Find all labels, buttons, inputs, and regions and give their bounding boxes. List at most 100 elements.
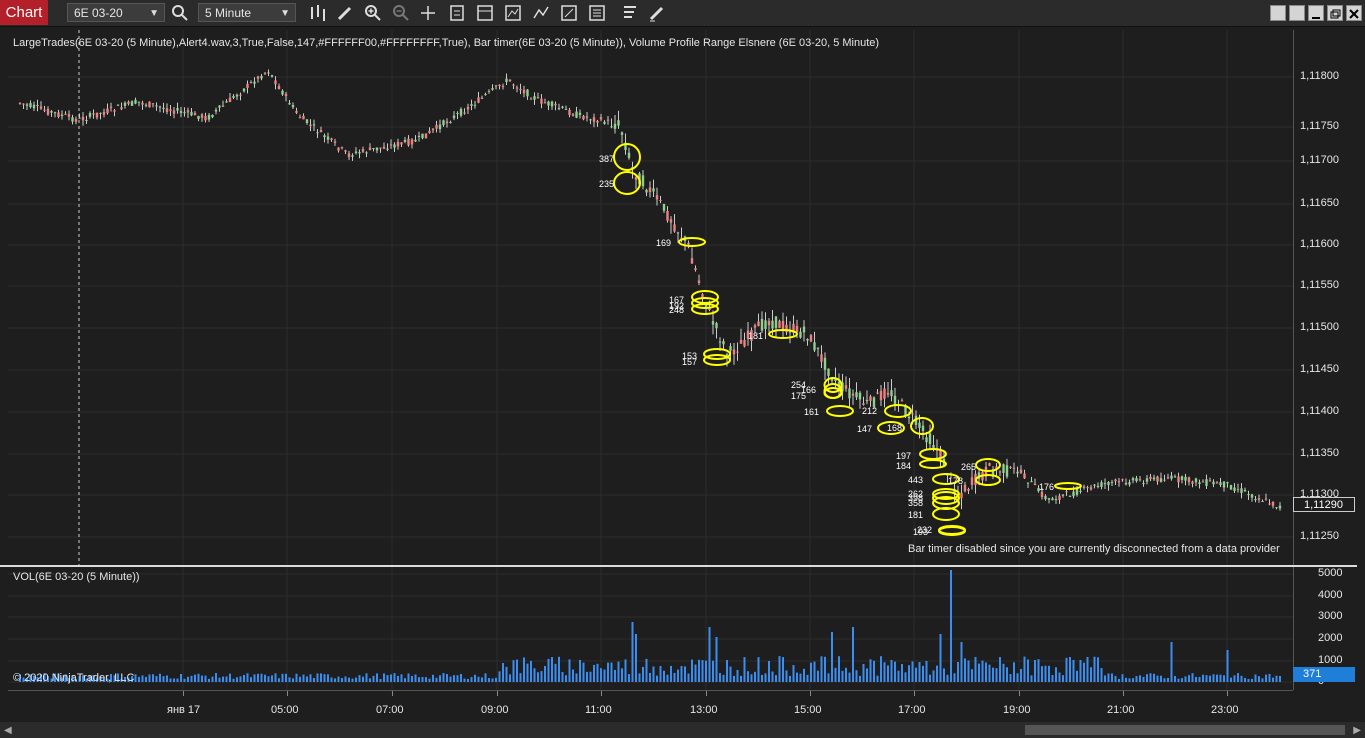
pencil-icon[interactable] bbox=[335, 3, 355, 23]
scroll-right-icon[interactable]: ▶ bbox=[1353, 725, 1361, 736]
volume-bar bbox=[1202, 674, 1204, 682]
volume-bar bbox=[547, 658, 550, 682]
instrument-selector[interactable]: 6E 03-20 ▼ bbox=[67, 3, 165, 22]
candle-body bbox=[32, 104, 36, 109]
volume-bar bbox=[491, 678, 494, 682]
draw-tool-icon[interactable] bbox=[647, 3, 667, 23]
candle-body bbox=[1145, 478, 1149, 482]
restore-button[interactable] bbox=[1327, 5, 1343, 21]
volume-bar bbox=[932, 670, 935, 682]
crosshair-icon[interactable] bbox=[418, 3, 438, 23]
candle-body bbox=[288, 103, 291, 105]
volume-bar bbox=[1212, 674, 1215, 682]
volume-bar bbox=[848, 672, 851, 682]
indicators-icon[interactable] bbox=[503, 3, 523, 23]
volume-bar bbox=[432, 674, 434, 682]
volume-bar bbox=[246, 673, 249, 682]
bar-type-icon[interactable] bbox=[308, 3, 328, 23]
candle-body bbox=[1138, 479, 1142, 481]
link-button[interactable] bbox=[1270, 5, 1286, 21]
candle-body bbox=[1184, 476, 1187, 481]
volume-bar bbox=[866, 668, 868, 682]
volume-bar bbox=[1279, 675, 1281, 682]
volume-bar bbox=[890, 660, 893, 682]
time-tick-mark bbox=[392, 691, 393, 696]
candle-body bbox=[1208, 480, 1212, 482]
volume-bar bbox=[999, 657, 1001, 682]
candle-body bbox=[92, 113, 95, 115]
volume-bar bbox=[666, 674, 669, 682]
volume-bar bbox=[404, 678, 406, 682]
volume-bar bbox=[775, 675, 777, 682]
interval-selector[interactable]: 5 Minute ▼ bbox=[198, 3, 296, 22]
large-trade-label: 175 bbox=[791, 391, 806, 401]
candle-body bbox=[795, 325, 799, 333]
volume-bar bbox=[838, 656, 840, 682]
candle-body bbox=[102, 111, 106, 115]
minimize-button[interactable] bbox=[1308, 5, 1324, 21]
chart-tab[interactable]: Chart bbox=[0, 0, 48, 25]
volume-bar bbox=[1100, 668, 1103, 682]
volume-bar bbox=[901, 663, 903, 682]
volume-bar bbox=[582, 662, 585, 682]
search-icon[interactable] bbox=[170, 3, 190, 23]
candle-body bbox=[221, 105, 225, 107]
scroll-thumb[interactable] bbox=[1025, 725, 1345, 735]
scroll-left-icon[interactable]: ◀ bbox=[4, 725, 12, 736]
price-panel[interactable]: 387 235 169 167 192 248 153 157 181 254 166 175 161 2… bbox=[8, 30, 1293, 565]
candle-body bbox=[358, 152, 361, 154]
candle-body bbox=[781, 321, 785, 330]
price-axis[interactable]: 1,11800 1,11750 1,11700 1,11650 1,11600 1,115… bbox=[1293, 30, 1358, 565]
close-button[interactable] bbox=[1346, 5, 1362, 21]
candle-body bbox=[1159, 478, 1163, 482]
candle-body bbox=[526, 89, 529, 97]
candle-body bbox=[907, 416, 911, 419]
volume-bar bbox=[565, 675, 567, 682]
time-axis[interactable]: янв 17 05:00 07:00 09:00 11:00 13:00 15:00 17:0… bbox=[8, 690, 1293, 721]
candle-body bbox=[277, 86, 281, 90]
order-panel-icon[interactable] bbox=[620, 3, 640, 23]
volume-bar bbox=[558, 656, 560, 682]
volume-bar bbox=[1135, 676, 1138, 682]
volume-bar bbox=[1163, 678, 1166, 682]
templates-icon[interactable] bbox=[559, 3, 579, 23]
candle-body bbox=[190, 111, 193, 116]
volume-bar bbox=[754, 671, 756, 682]
horizontal-scrollbar[interactable]: ◀ ▶ bbox=[0, 722, 1365, 738]
volume-bar bbox=[768, 660, 770, 682]
candle-body bbox=[74, 118, 78, 122]
strategies-icon[interactable] bbox=[531, 3, 551, 23]
volume-bar bbox=[722, 674, 725, 682]
candle-body bbox=[330, 138, 333, 141]
volume-bar bbox=[530, 660, 532, 682]
price-tick-label: 1,11450 bbox=[1300, 363, 1339, 375]
zoom-out-icon[interactable] bbox=[391, 3, 411, 23]
last-price-badge: 1,11290 bbox=[1293, 497, 1355, 512]
candle-body bbox=[435, 124, 438, 129]
properties-icon[interactable] bbox=[447, 3, 467, 23]
candle-body bbox=[50, 111, 53, 113]
data-box-icon[interactable] bbox=[475, 3, 495, 23]
volume-bar bbox=[726, 659, 728, 682]
bar-timer-message: Bar timer disabled since you are current… bbox=[908, 543, 1280, 555]
volume-bar bbox=[1170, 642, 1173, 682]
candle-body bbox=[1065, 491, 1068, 493]
volume-bar bbox=[411, 675, 413, 682]
candle-body bbox=[1187, 477, 1191, 483]
checklist-icon[interactable] bbox=[587, 3, 607, 23]
candle-body bbox=[589, 119, 592, 121]
volume-panel[interactable]: VOL(6E 03-20 (5 Minute)) © 2020 NinjaTra… bbox=[8, 567, 1293, 690]
volume-bar bbox=[936, 665, 938, 682]
candle-body bbox=[1222, 481, 1226, 488]
volume-bar bbox=[1072, 659, 1075, 682]
volume-bar bbox=[1226, 650, 1229, 682]
volume-bar bbox=[323, 674, 326, 682]
link-color-button[interactable] bbox=[1289, 5, 1305, 21]
volume-bar bbox=[747, 671, 749, 682]
candle-body bbox=[512, 84, 515, 86]
volume-bar bbox=[1160, 675, 1162, 682]
volume-bar bbox=[393, 673, 396, 682]
zoom-in-icon[interactable] bbox=[363, 3, 383, 23]
volume-bar bbox=[516, 659, 518, 682]
large-trade-marker bbox=[975, 474, 1001, 486]
